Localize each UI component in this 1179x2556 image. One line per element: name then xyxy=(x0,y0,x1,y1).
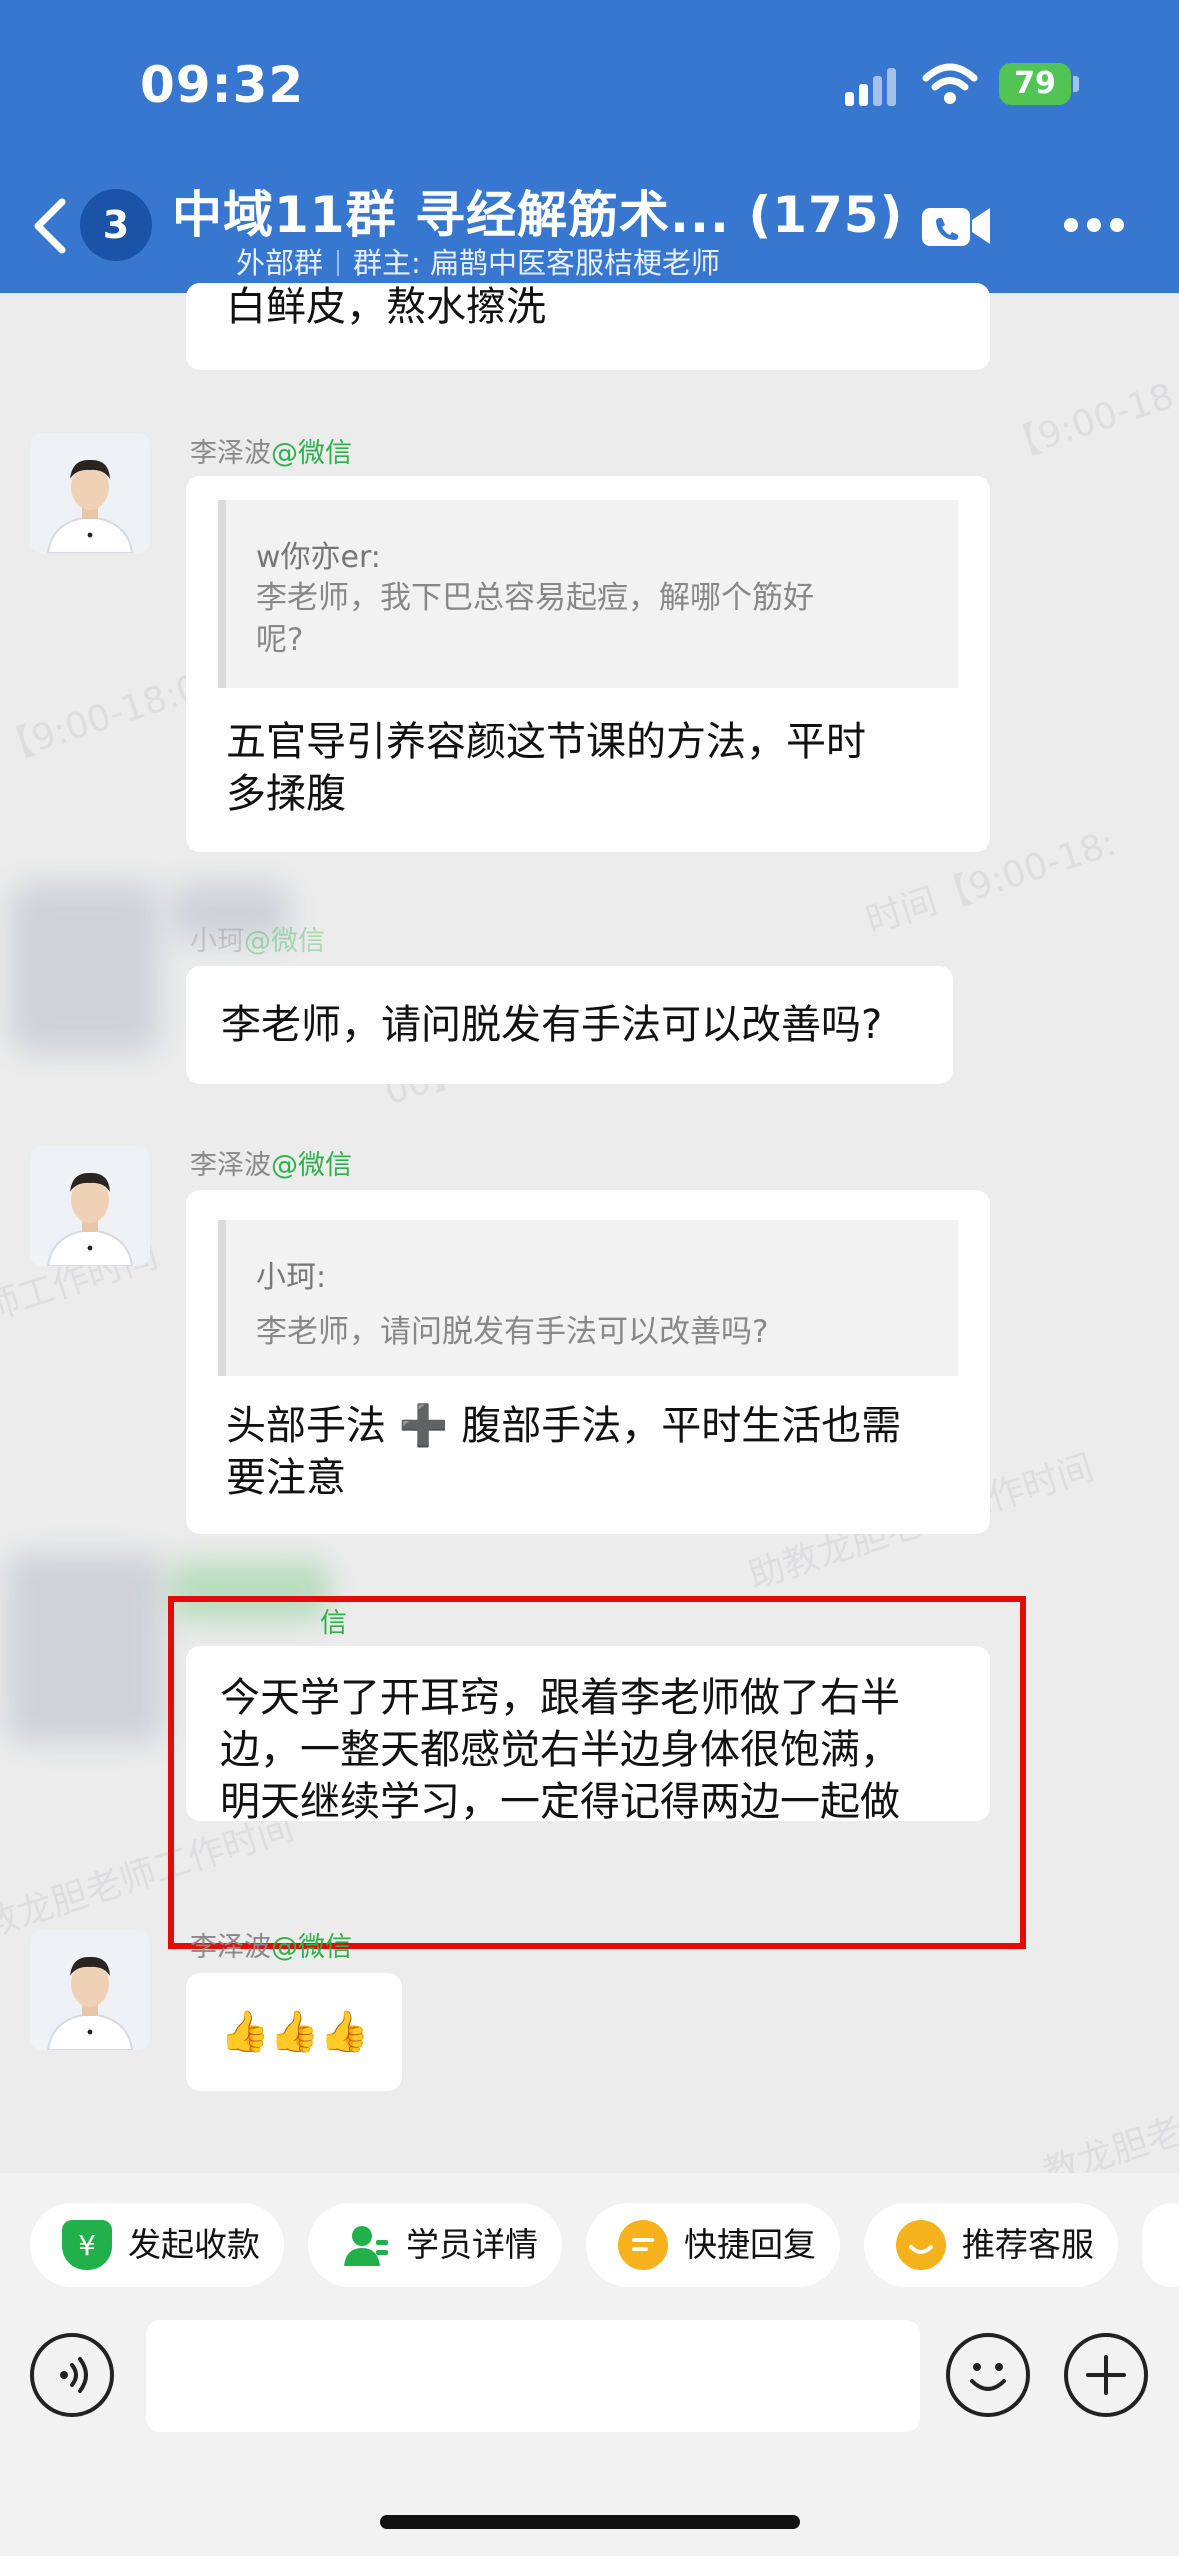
sender-name: 李泽波@微信 xyxy=(190,1143,352,1182)
chat-title[interactable]: 中域11群 寻经解筋术... (175) xyxy=(172,175,903,247)
battery-indicator: 79 xyxy=(999,63,1071,105)
quick-reply-label: 快捷回复 xyxy=(684,2225,816,2264)
service-icon xyxy=(896,2220,946,2270)
quick-reply-icon xyxy=(618,2220,668,2270)
quote-author: 小珂: xyxy=(256,1260,327,1295)
group-owner-label: 群主: 扁鹊中医客服桔梗老师 xyxy=(353,246,721,280)
add-attachment-button[interactable] xyxy=(1064,2333,1148,2417)
quoted-message[interactable]: w你亦er: 李老师，我下巴总容易起痘，解哪个筋好 呢? xyxy=(218,500,958,688)
message-text: 白鲜皮，熬水擦洗 xyxy=(226,284,546,330)
sender-name-text: 小珂 xyxy=(190,926,244,957)
avatar[interactable] xyxy=(30,433,150,553)
more-actions-chip[interactable] xyxy=(1142,2203,1179,2287)
video-call-icon[interactable] xyxy=(920,200,992,252)
status-time: 09:32 xyxy=(140,56,305,114)
wifi-icon xyxy=(922,63,978,104)
unread-count-badge[interactable]: 3 xyxy=(80,189,152,261)
chat-toolbar: ¥ 发起收款 学员详情 快捷回复 推荐客服 xyxy=(0,2173,1179,2556)
sender-source: @微信 xyxy=(271,438,352,469)
blurred-avatar xyxy=(5,1553,165,1743)
avatar-portrait-icon xyxy=(30,1930,150,2050)
message-list[interactable]: 【9:00-18:00】(中 时间【9:00-18: 00】(中医助 师工作时间… xyxy=(0,283,1179,2194)
more-options-icon[interactable] xyxy=(1064,218,1124,234)
svg-text:¥: ¥ xyxy=(78,2229,96,2262)
sender-name-text: 李泽波 xyxy=(190,1150,271,1181)
message-bubble[interactable]: 白鲜皮，熬水擦洗 xyxy=(186,283,990,370)
quote-text: 李老师，请问脱发有手法可以改善吗? xyxy=(256,1314,769,1350)
message-bubble[interactable]: 小珂: 李老师，请问脱发有手法可以改善吗? 头部手法 ➕ 腹部手法，平时生活也需… xyxy=(186,1190,990,1534)
message-bubble[interactable]: w你亦er: 李老师，我下巴总容易起痘，解哪个筋好 呢? 五官导引养容颜这节课的… xyxy=(186,476,990,852)
quote-text: 李老师，我下巴总容易起痘，解哪个筋好 xyxy=(256,580,814,616)
message-text: 多揉腹 xyxy=(226,771,346,817)
emoji-button[interactable] xyxy=(946,2333,1030,2417)
battery-level: 79 xyxy=(1014,66,1056,101)
student-details-label: 学员详情 xyxy=(406,2225,538,2264)
student-details-button[interactable]: 学员详情 xyxy=(308,2203,562,2287)
plus-icon xyxy=(1086,2355,1126,2395)
message-text: 👍👍👍 xyxy=(220,2009,370,2055)
message-bubble[interactable]: 👍👍👍 xyxy=(186,1973,402,2091)
recommend-service-button[interactable]: 推荐客服 xyxy=(864,2203,1118,2287)
message-text: 头部手法 ➕ 腹部手法，平时生活也需 xyxy=(226,1403,902,1449)
emoji-icon xyxy=(970,2363,1006,2391)
avatar[interactable] xyxy=(30,1146,150,1266)
blurred-avatar xyxy=(10,883,160,1053)
back-button[interactable] xyxy=(28,196,72,256)
avatar-portrait-icon xyxy=(30,433,150,553)
battery-tip xyxy=(1073,76,1079,92)
payment-button[interactable]: ¥ 发起收款 xyxy=(30,2203,284,2287)
sender-source: @微信 xyxy=(271,1932,352,1963)
message-input[interactable] xyxy=(146,2320,920,2432)
payment-icon: ¥ xyxy=(62,2220,112,2270)
recommend-service-label: 推荐客服 xyxy=(962,2225,1094,2264)
sender-name-text: 李泽波 xyxy=(190,1932,271,1963)
quote-text: 呢? xyxy=(256,622,304,658)
payment-label: 发起收款 xyxy=(128,2225,260,2264)
message-text: 五官导引养容颜这节课的方法，平时 xyxy=(226,719,866,765)
watermark-text: 【9:00-18 xyxy=(999,375,1179,469)
chat-subtitle: 外部群 群主: 扁鹊中医客服桔梗老师 xyxy=(236,240,720,282)
quoted-message[interactable]: 小珂: 李老师，请问脱发有手法可以改善吗? xyxy=(218,1220,958,1376)
sender-name: 小珂@微信 xyxy=(190,919,325,958)
quote-author: w你亦er: xyxy=(256,540,381,575)
sender-name: 李泽波@微信 xyxy=(190,431,352,470)
sender-name-text: 李泽波 xyxy=(190,438,271,469)
chat-header: 09:32 79 3 中域11群 寻经解筋术... (175) 外部群 群主: 扁… xyxy=(0,0,1179,293)
highlight-box xyxy=(168,1596,1026,1949)
cellular-signal-icon xyxy=(845,66,897,106)
message-text: 李老师，请问脱发有手法可以改善吗? xyxy=(221,1002,883,1048)
home-indicator[interactable] xyxy=(380,2515,800,2529)
student-icon xyxy=(340,2220,390,2270)
voice-input-button[interactable] xyxy=(30,2333,114,2417)
message-bubble[interactable]: 李老师，请问脱发有手法可以改善吗? xyxy=(186,966,953,1084)
avatar[interactable] xyxy=(30,1930,150,2050)
group-type-label: 外部群 xyxy=(236,246,324,280)
subtitle-divider xyxy=(337,250,340,276)
message-text: 要注意 xyxy=(226,1455,346,1501)
voice-icon xyxy=(60,2357,88,2393)
sender-source: @微信 xyxy=(271,1150,352,1181)
quick-reply-button[interactable]: 快捷回复 xyxy=(586,2203,840,2287)
avatar-portrait-icon xyxy=(30,1146,150,1266)
sender-name: 李泽波@微信 xyxy=(190,1925,352,1964)
sender-source: @微信 xyxy=(244,926,325,957)
